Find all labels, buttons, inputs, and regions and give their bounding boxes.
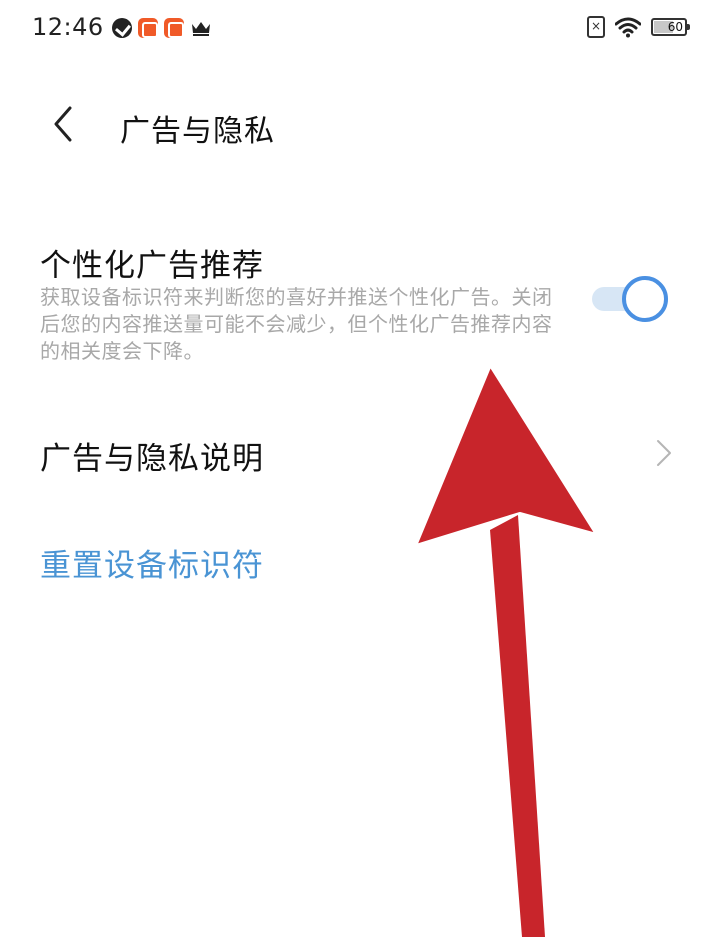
chevron-left-icon[interactable] [42,102,86,146]
settings-screen: 12:46 × 60 广告与隐私 个性化广告推荐 获取设备标识符来判断您的喜好并… [0,0,717,937]
page-title: 广告与隐私 [120,114,275,149]
personalized-ads-row[interactable]: 个性化广告推荐 获取设备标识符来判断您的喜好并推送个性化广告。关闭后您的内容推送… [40,240,680,375]
personalized-ads-toggle[interactable] [588,276,670,322]
toggle-knob [622,276,668,322]
chevron-right-icon [657,440,671,466]
sim-off-icon: × [587,16,605,38]
personalized-ads-description: 获取设备标识符来判断您的喜好并推送个性化广告。关闭后您的内容推送量可能不会减少，… [40,285,553,363]
battery-icon: 60 [651,18,690,36]
notification-icons [112,18,212,38]
status-bar: 12:46 × 60 [0,0,717,58]
wifi-icon [615,17,641,38]
system-icons: × 60 [587,16,690,38]
app-icon [164,18,184,38]
ad-privacy-policy-title: 广告与隐私说明 [40,441,264,477]
battery-percent: 60 [667,20,683,34]
ad-privacy-policy-row[interactable]: 广告与隐私说明 [40,425,680,481]
check-badge-icon [112,18,132,38]
app-icon [138,18,158,38]
page-header: 广告与隐私 [0,90,717,162]
crown-icon [192,22,210,36]
personalized-ads-title: 个性化广告推荐 [40,248,264,284]
reset-device-id-button[interactable]: 重置设备标识符 [40,540,360,590]
status-time: 12:46 [32,13,104,41]
